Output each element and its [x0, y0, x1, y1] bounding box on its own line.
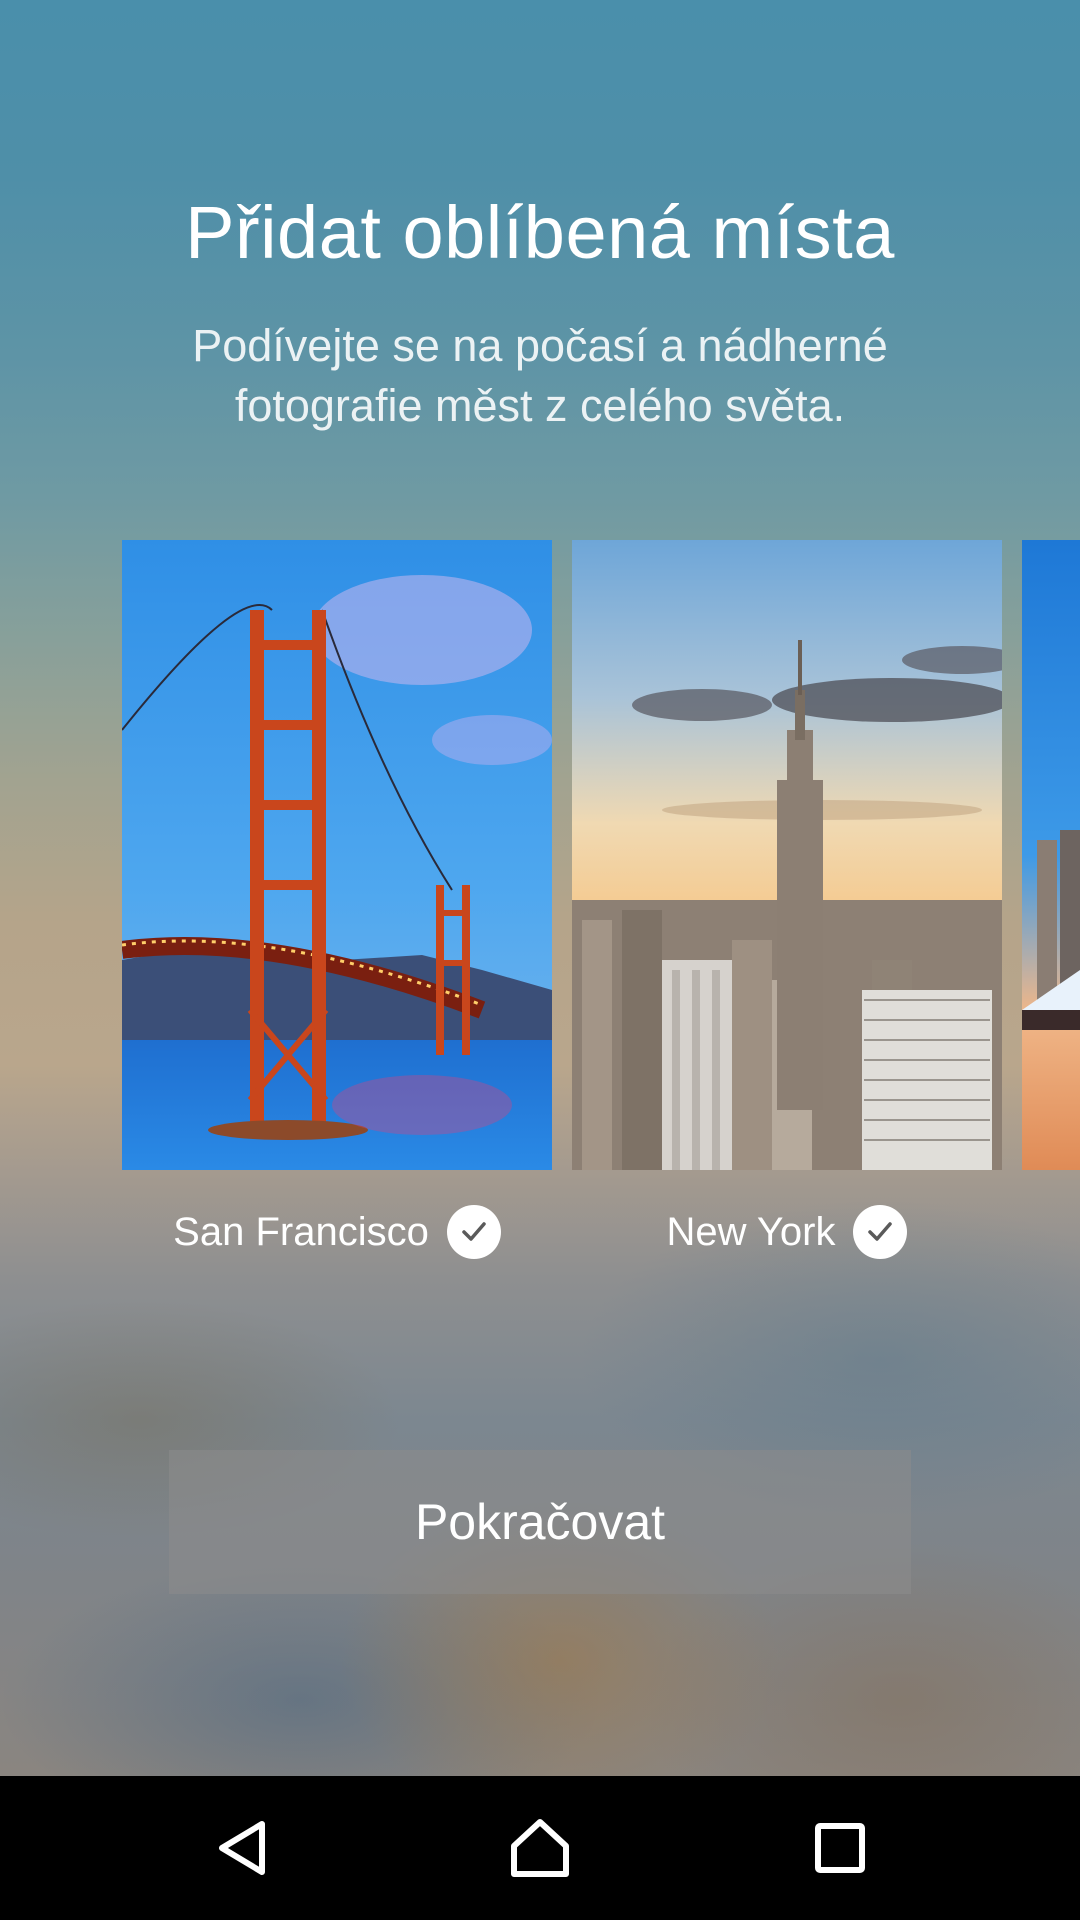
city-skyline-photo-partial — [1022, 540, 1080, 1170]
city-card-new-york[interactable] — [572, 540, 1002, 1170]
check-icon[interactable] — [446, 1205, 501, 1259]
check-icon[interactable] — [853, 1205, 908, 1259]
city-caption-san-francisco[interactable]: San Francisco — [122, 1200, 552, 1260]
screen: Přidat oblíbená místa Podívejte se na po… — [0, 0, 1080, 1920]
recents-square-icon[interactable] — [740, 1776, 940, 1920]
city-caption-new-york[interactable]: New York — [572, 1200, 1002, 1260]
city-carousel[interactable]: San Francisco New York — [0, 540, 1080, 1260]
city-card-san-francisco[interactable] — [122, 540, 552, 1170]
system-nav-bar — [0, 1776, 1080, 1920]
city-name: San Francisco — [173, 1209, 429, 1254]
city-name: New York — [666, 1209, 836, 1254]
home-icon[interactable] — [440, 1776, 640, 1920]
city-card-next[interactable] — [1022, 540, 1080, 1170]
page-title: Přidat oblíbená místa — [185, 191, 895, 274]
golden-gate-bridge-photo — [122, 540, 552, 1170]
page-subtitle: Podívejte se na počasí a nádherné fotogr… — [192, 320, 888, 431]
back-triangle-icon[interactable] — [142, 1776, 342, 1920]
empire-state-building-photo — [572, 540, 1002, 1170]
continue-button[interactable]: Pokračovat — [169, 1450, 911, 1594]
